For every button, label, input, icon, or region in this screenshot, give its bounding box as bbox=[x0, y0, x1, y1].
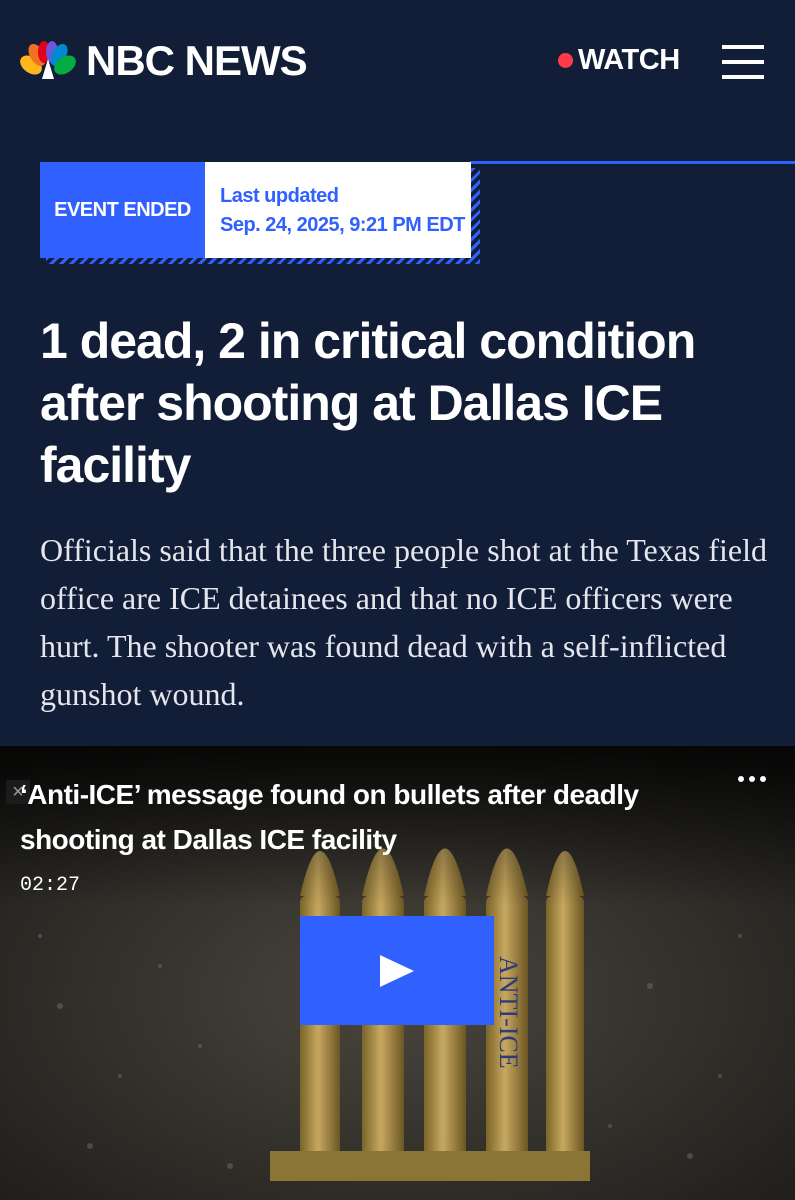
event-ended-label: EVENT ENDED bbox=[40, 162, 205, 258]
video-player[interactable]: ANTI-ICE × ‘Anti-ICE’ message found on b… bbox=[0, 746, 795, 1200]
last-updated-label: Last updated bbox=[220, 185, 339, 207]
live-dot-icon bbox=[558, 53, 573, 68]
hamburger-menu-icon[interactable] bbox=[722, 45, 764, 81]
last-updated-box: Last updated Sep. 24, 2025, 9:21 PM EDT bbox=[205, 162, 471, 258]
status-divider bbox=[470, 161, 795, 164]
svg-text:ANTI-ICE: ANTI-ICE bbox=[494, 956, 523, 1069]
event-status-badge: EVENT ENDED Last updated Sep. 24, 2025, … bbox=[40, 162, 480, 264]
video-duration: 02:27 bbox=[20, 874, 81, 897]
peacock-icon bbox=[20, 41, 76, 79]
article-dek: Officials said that the three people sho… bbox=[40, 532, 768, 712]
brand-wordmark: NBC NEWS bbox=[86, 37, 308, 84]
watch-label: WATCH bbox=[578, 44, 680, 76]
video-title: ‘Anti-ICE’ message found on bullets afte… bbox=[20, 779, 639, 855]
nbc-news-logo[interactable]: NBC NEWS bbox=[20, 37, 308, 84]
watch-live-button[interactable]: WATCH bbox=[558, 46, 680, 75]
play-icon bbox=[380, 954, 414, 987]
play-button[interactable] bbox=[300, 916, 494, 1025]
more-options-icon[interactable] bbox=[738, 776, 774, 792]
article-headline: 1 dead, 2 in critical condition after sh… bbox=[40, 313, 696, 493]
site-header: NBC NEWS WATCH bbox=[0, 0, 795, 125]
last-updated-time: Sep. 24, 2025, 9:21 PM EDT bbox=[220, 214, 465, 236]
